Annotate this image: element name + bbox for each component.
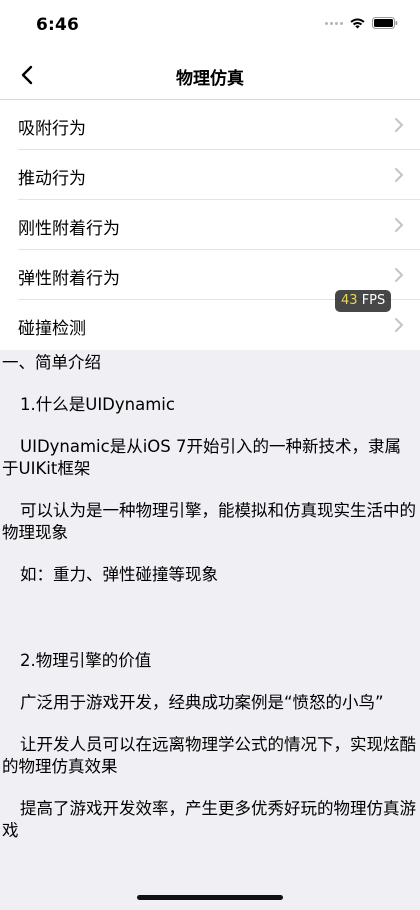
paragraph: UIDynamic是从iOS 7开始引入的一种新技术，隶属于UIKit框架 bbox=[2, 437, 401, 478]
wifi-icon bbox=[350, 18, 365, 29]
chevron-right-icon bbox=[395, 268, 403, 282]
menu-list: 吸附行为 推动行为 刚性附着行为 弹性附着行为 碰撞检测 bbox=[0, 100, 420, 350]
menu-item-label: 吸附行为 bbox=[18, 119, 86, 139]
paragraph: 可以认为是一种物理引擎，能模拟和仿真现实生活中的物理现象 bbox=[2, 501, 416, 542]
status-bar: 6:46 bbox=[0, 0, 420, 50]
menu-item-label: 碰撞检测 bbox=[18, 319, 86, 339]
section-title: 一、简单介绍 bbox=[2, 353, 101, 372]
status-icons bbox=[325, 17, 398, 29]
paragraph: 广泛用于游戏开发，经典成功案例是“愤怒的小鸟” bbox=[20, 693, 384, 712]
paragraph: 2.物理引擎的价值 bbox=[20, 651, 152, 670]
menu-item-label: 弹性附着行为 bbox=[18, 269, 120, 289]
fps-value: 43 bbox=[341, 293, 358, 308]
navigation-bar: 物理仿真 bbox=[0, 50, 420, 100]
home-indicator bbox=[137, 895, 283, 900]
paragraph: 1.什么是UIDynamic bbox=[20, 395, 175, 414]
fps-badge: 43 FPS bbox=[335, 290, 392, 312]
menu-item-label: 推动行为 bbox=[18, 169, 86, 189]
menu-item-attachment-behavior[interactable]: 吸附行为 bbox=[0, 100, 420, 150]
menu-item-rigid-attachment[interactable]: 刚性附着行为 bbox=[0, 200, 420, 250]
page-title: 物理仿真 bbox=[176, 69, 244, 89]
status-time: 6:46 bbox=[36, 15, 80, 35]
fps-unit: FPS bbox=[361, 293, 386, 308]
intro-text-view[interactable]: 一、简单介绍 1.什么是UIDynamic UIDynamic是从iOS 7开始… bbox=[0, 350, 420, 910]
paragraph: 如：重力、弹性碰撞等现象 bbox=[20, 565, 218, 584]
chevron-right-icon bbox=[395, 318, 403, 332]
paragraph: 让开发人员可以在远离物理学公式的情况下，实现炫酷的物理仿真效果 bbox=[2, 735, 416, 776]
chevron-right-icon bbox=[395, 118, 403, 132]
chevron-right-icon bbox=[395, 218, 403, 232]
menu-item-push-behavior[interactable]: 推动行为 bbox=[0, 150, 420, 200]
battery-icon bbox=[372, 17, 398, 29]
paragraph: 提高了游戏开发效率，产生更多优秀好玩的物理仿真游戏 bbox=[2, 799, 416, 840]
signal-icon bbox=[325, 21, 343, 25]
menu-item-label: 刚性附着行为 bbox=[18, 219, 120, 239]
chevron-right-icon bbox=[395, 168, 403, 182]
